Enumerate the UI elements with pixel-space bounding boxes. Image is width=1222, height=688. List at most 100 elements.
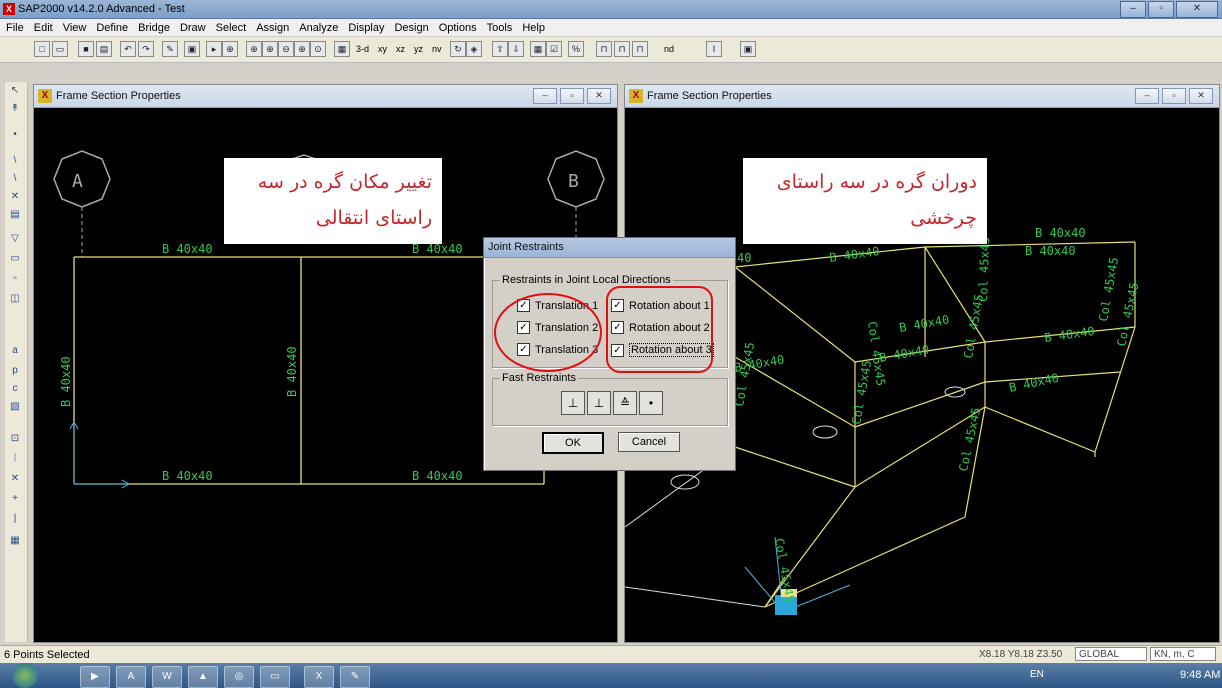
fixed-support-icon[interactable]: ⊥	[561, 391, 585, 415]
taskbar-word-icon[interactable]: W	[152, 666, 182, 688]
section-i-icon[interactable]: I	[706, 41, 722, 57]
rotation-annotation: دوران گره در سه راستای چرخشی	[743, 158, 987, 244]
snap-intersect-icon[interactable]: ✕	[8, 472, 22, 486]
point-icon[interactable]: •	[8, 128, 22, 142]
snap-grid-icon[interactable]: ▦	[8, 534, 22, 548]
taskbar-acrobat-icon[interactable]: A	[116, 666, 146, 688]
taskbar-clock[interactable]: 9:48 AM	[1180, 669, 1220, 681]
open-folder-icon[interactable]: ▭	[52, 41, 68, 57]
menu-view[interactable]: View	[63, 22, 87, 34]
draw-frame-icon[interactable]: \	[8, 154, 22, 168]
left-pane-restore-button[interactable]: ▫	[560, 88, 584, 104]
snap-end-icon[interactable]: ⁞	[8, 452, 22, 466]
snap-line-icon[interactable]: |	[8, 512, 22, 526]
view-xz-button[interactable]: xz	[396, 44, 405, 54]
left-pane-close-button[interactable]: ✕	[587, 88, 611, 104]
ok-button[interactable]: OK	[542, 432, 604, 454]
save-icon[interactable]: ■	[78, 41, 94, 57]
rotate-icon[interactable]: ↻	[450, 41, 466, 57]
start-button[interactable]	[12, 663, 38, 688]
language-indicator[interactable]: EN	[1030, 669, 1044, 680]
menu-select[interactable]: Select	[216, 22, 247, 34]
draw-area-icon[interactable]: ▽	[8, 232, 22, 246]
pencil-icon[interactable]: ✎	[162, 41, 178, 57]
menu-display[interactable]: Display	[348, 22, 384, 34]
cancel-button[interactable]: Cancel	[618, 432, 680, 452]
rubber-band-zoom-icon[interactable]: ⊕	[222, 41, 238, 57]
zoom-full-icon[interactable]: ⊕	[246, 41, 262, 57]
menu-design[interactable]: Design	[394, 22, 428, 34]
menu-draw[interactable]: Draw	[180, 22, 206, 34]
pinned-support-icon[interactable]: ⊥	[587, 391, 611, 415]
pointer-icon[interactable]: ↖	[8, 84, 22, 98]
draw-solid-icon[interactable]: ◫	[8, 292, 22, 306]
grid-bubble-b: B	[568, 171, 579, 192]
pan-icon[interactable]: ⊕	[294, 41, 310, 57]
print-icon[interactable]: ▤	[96, 41, 112, 57]
sap-window-icon: X	[38, 89, 52, 103]
new-file-icon[interactable]: □	[34, 41, 50, 57]
select-previous-icon[interactable]: p	[8, 364, 22, 378]
draw-cable-icon[interactable]: \	[8, 172, 22, 186]
free-joint-icon[interactable]: •	[639, 391, 663, 415]
down-arrow-icon[interactable]: ⇩	[508, 41, 524, 57]
minimize-button[interactable]: –	[1120, 1, 1146, 18]
units-select[interactable]: KN, m, C	[1150, 647, 1216, 661]
snap-perpendicular-icon[interactable]: +	[8, 492, 22, 506]
up-arrow-icon[interactable]: ⇧	[492, 41, 508, 57]
run-icon[interactable]: ▸	[206, 41, 222, 57]
node-button[interactable]: nd	[664, 44, 674, 54]
section-box-icon[interactable]: ▣	[740, 41, 756, 57]
clear-selection-icon[interactable]: c	[8, 382, 22, 396]
fraction-icon[interactable]: %	[568, 41, 584, 57]
draw-link-icon[interactable]: ▤	[8, 208, 22, 222]
zoom-in-icon[interactable]: ⊕	[262, 41, 278, 57]
left-pane-minimize-button[interactable]: –	[533, 88, 557, 104]
view-xy-button[interactable]: xy	[378, 44, 387, 54]
perspective-icon[interactable]: ◈	[466, 41, 482, 57]
taskbar-paint-icon[interactable]: ✎	[340, 666, 370, 688]
right-pane-minimize-button[interactable]: –	[1135, 88, 1159, 104]
maximize-button[interactable]: ▫	[1148, 1, 1174, 18]
menu-analyze[interactable]: Analyze	[299, 22, 338, 34]
draw-rect-area-icon[interactable]: ▭	[8, 252, 22, 266]
taskbar-chart-icon[interactable]: ▲	[188, 666, 218, 688]
menu-options[interactable]: Options	[439, 22, 477, 34]
reshape-icon[interactable]: ↟	[8, 102, 22, 116]
menu-bridge[interactable]: Bridge	[138, 22, 170, 34]
check-box-icon[interactable]: ☑	[546, 41, 562, 57]
roller-support-icon[interactable]: ≙	[613, 391, 637, 415]
zoom-out-icon[interactable]: ⊖	[278, 41, 294, 57]
menu-edit[interactable]: Edit	[34, 22, 53, 34]
close-button[interactable]: ✕	[1176, 1, 1218, 18]
taskbar-chrome-icon[interactable]: ◎	[224, 666, 254, 688]
draw-special-icon[interactable]: ✕	[8, 190, 22, 204]
refresh-zoom-icon[interactable]: ⊙	[310, 41, 326, 57]
view-yz-button[interactable]: yz	[414, 44, 423, 54]
taskbar-folder-icon[interactable]: ▭	[260, 666, 290, 688]
intersect-icon[interactable]: ▧	[8, 400, 22, 414]
coord-system-select[interactable]: GLOBAL	[1075, 647, 1147, 661]
view-3d-button[interactable]: 3-d	[356, 44, 369, 54]
menu-help[interactable]: Help	[522, 22, 545, 34]
taskbar-sap-icon[interactable]: X	[304, 666, 334, 688]
menu-file[interactable]: File	[6, 22, 24, 34]
grid-icon[interactable]: ▦	[530, 41, 546, 57]
window-view-icon[interactable]: ▦	[334, 41, 350, 57]
undo-icon[interactable]: ↶	[120, 41, 136, 57]
select-all-icon[interactable]: a	[8, 344, 22, 358]
right-pane-restore-button[interactable]: ▫	[1162, 88, 1186, 104]
lock-icon[interactable]: ▣	[184, 41, 200, 57]
frame-2-icon[interactable]: ⊓	[614, 41, 630, 57]
redo-icon[interactable]: ↷	[138, 41, 154, 57]
menu-define[interactable]: Define	[96, 22, 128, 34]
menu-assign[interactable]: Assign	[256, 22, 289, 34]
quick-area-icon[interactable]: ▫	[8, 272, 22, 286]
right-pane-close-button[interactable]: ✕	[1189, 88, 1213, 104]
view-nv-button[interactable]: nv	[432, 44, 442, 54]
taskbar-media-icon[interactable]: ▶	[80, 666, 110, 688]
snap-icon[interactable]: ⊡	[8, 432, 22, 446]
menu-tools[interactable]: Tools	[487, 22, 513, 34]
frame-icon[interactable]: ⊓	[596, 41, 612, 57]
frame-3-icon[interactable]: ⊓	[632, 41, 648, 57]
